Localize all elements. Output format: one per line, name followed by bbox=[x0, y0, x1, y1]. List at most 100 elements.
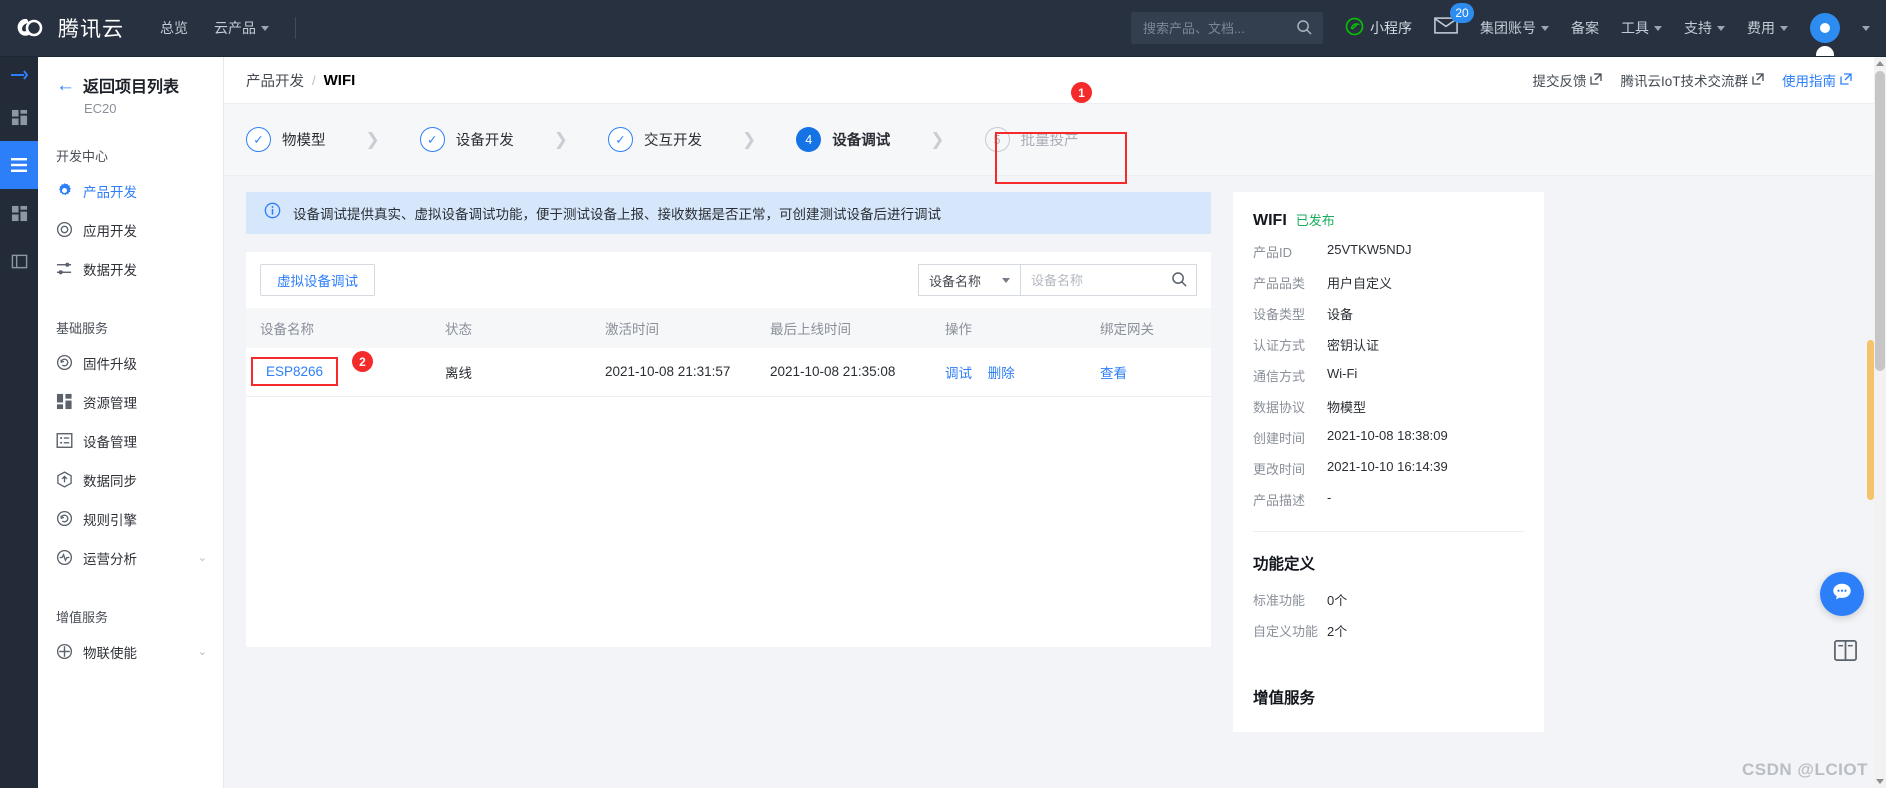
virtual-device-debug-button[interactable]: 虚拟设备调试 bbox=[260, 264, 375, 296]
field-auth-method-key: 认证方式 bbox=[1253, 338, 1306, 353]
sidebar-item-resource-management[interactable]: 资源管理 bbox=[38, 382, 223, 421]
documentation-button[interactable] bbox=[1833, 638, 1858, 668]
brand-logo-area[interactable]: 腾讯云 bbox=[0, 11, 124, 45]
view-gateway-link[interactable]: 查看 bbox=[1100, 366, 1127, 381]
table-row[interactable]: ESP8266 离线 2021-10-08 21:31:57 2021-10-0… bbox=[246, 348, 1211, 397]
breadcrumb-right-links: 提交反馈 腾讯云IoT技术交流群 使用指南 bbox=[1532, 70, 1852, 90]
col-actions: 操作 bbox=[931, 308, 1086, 348]
function-definition-title: 功能定义 bbox=[1253, 556, 1316, 573]
col-last-online-time: 最后上线时间 bbox=[756, 308, 931, 348]
step-arrow-icon: ❯ bbox=[930, 129, 945, 149]
scrollbar-thumb[interactable] bbox=[1875, 71, 1885, 371]
left-column: 设备调试提供真实、虚拟设备调试功能，便于测试设备上报、接收数据是否正常，可创建测… bbox=[246, 192, 1211, 732]
step-batch-production[interactable]: 5 批量投产 bbox=[984, 127, 1079, 152]
info-icon bbox=[264, 202, 281, 224]
nav-link-billing[interactable]: 费用 bbox=[1747, 18, 1788, 38]
nav-link-overview[interactable]: 总览 bbox=[160, 18, 188, 38]
nav-link-support-label: 支持 bbox=[1684, 20, 1712, 36]
list-box-icon bbox=[56, 432, 73, 449]
external-link-icon bbox=[1840, 72, 1852, 88]
target-icon bbox=[56, 221, 73, 238]
scroll-up-arrow-icon[interactable] bbox=[1876, 61, 1884, 66]
sidebar-item-rule-engine[interactable]: 规则引擎 bbox=[38, 499, 223, 538]
delete-action-link[interactable]: 删除 bbox=[988, 366, 1015, 381]
back-to-project-list[interactable]: ← 返回项目列表 bbox=[38, 73, 223, 97]
field-communication: 通信方式 Wi-Fi bbox=[1253, 366, 1524, 385]
search-icon[interactable] bbox=[1171, 271, 1188, 293]
field-standard-functions-key: 标准功能 bbox=[1253, 593, 1306, 608]
nav-link-tools[interactable]: 工具 bbox=[1621, 18, 1662, 38]
sidebar-item-application-development[interactable]: 应用开发 bbox=[38, 210, 223, 249]
nav-link-cloud-products[interactable]: 云产品 bbox=[214, 18, 269, 38]
arrow-left-icon: ← bbox=[56, 74, 75, 96]
submit-feedback-link[interactable]: 提交反馈 bbox=[1532, 70, 1603, 90]
sidebar-item-iot-enablement[interactable]: 物联使能 ⌄ bbox=[38, 632, 223, 671]
breadcrumb-current: WIFI bbox=[323, 71, 356, 89]
cell-bound-gateway: 查看 bbox=[1086, 348, 1211, 397]
field-custom-functions: 自定义功能 2个 bbox=[1253, 621, 1524, 640]
tencent-cloud-logo-icon bbox=[14, 11, 48, 45]
device-table-body: ESP8266 离线 2021-10-08 21:31:57 2021-10-0… bbox=[246, 348, 1211, 397]
sidebar-item-firmware-upgrade[interactable]: 固件升级 bbox=[38, 343, 223, 382]
value-added-services-title: 增值服务 bbox=[1253, 690, 1316, 707]
field-auth-method-value: 密钥认证 bbox=[1327, 338, 1380, 353]
cell-device-name: ESP8266 bbox=[246, 348, 431, 397]
brand-name: 腾讯云 bbox=[58, 18, 124, 41]
sidebar-item-product-development[interactable]: 产品开发 bbox=[38, 171, 223, 210]
field-data-protocol: 数据协议 物模型 bbox=[1253, 397, 1524, 416]
global-search[interactable] bbox=[1131, 12, 1323, 44]
inner-panel-scrollbar[interactable] bbox=[1867, 340, 1874, 500]
sidebar-item-data-sync-label: 数据同步 bbox=[83, 473, 137, 489]
device-table: 设备名称 状态 激活时间 最后上线时间 操作 绑定网关 ESP8266 离线 2… bbox=[246, 308, 1211, 397]
annotation-marker-1: 1 bbox=[1071, 82, 1092, 103]
sidebar-item-data-sync[interactable]: 数据同步 bbox=[38, 460, 223, 499]
search-icon[interactable] bbox=[1296, 19, 1313, 41]
sidebar-item-resource-management-label: 资源管理 bbox=[83, 395, 137, 411]
message-center-entry[interactable]: 20 bbox=[1434, 3, 1474, 40]
rail-item-menu[interactable] bbox=[0, 141, 38, 189]
sidebar-item-operation-analysis[interactable]: 运营分析 ⌄ bbox=[38, 538, 223, 577]
chevron-down-icon bbox=[1541, 25, 1549, 31]
debug-action-link[interactable]: 调试 bbox=[945, 366, 972, 381]
breadcrumb-parent[interactable]: 产品开发 bbox=[246, 70, 304, 91]
step-arrow-icon: ❯ bbox=[365, 129, 380, 149]
device-name-link[interactable]: ESP8266 bbox=[266, 364, 323, 379]
step-device-debug-label: 设备调试 bbox=[832, 133, 891, 149]
step-thing-model[interactable]: ✓ 物模型 bbox=[246, 127, 326, 152]
watermark: CSDN @LCIOT bbox=[1742, 760, 1868, 779]
sidebar-item-device-management[interactable]: 设备管理 bbox=[38, 421, 223, 460]
filter-input-wrapper bbox=[1021, 264, 1197, 296]
field-custom-functions-value: 2个 bbox=[1327, 624, 1348, 639]
page-scrollbar[interactable] bbox=[1874, 57, 1886, 788]
chat-support-button[interactable] bbox=[1820, 572, 1864, 616]
field-product-id: 产品ID 25VTKW5NDJ bbox=[1253, 242, 1524, 261]
step-thing-model-label: 物模型 bbox=[282, 133, 326, 149]
message-count-badge: 20 bbox=[1450, 3, 1474, 23]
rail-item-window[interactable] bbox=[0, 237, 38, 285]
nav-link-beian[interactable]: 备案 bbox=[1571, 18, 1599, 38]
gear-icon bbox=[56, 182, 73, 199]
rail-item-apps[interactable] bbox=[0, 93, 38, 141]
field-create-time-value: 2021-10-08 18:38:09 bbox=[1327, 428, 1448, 443]
step-device-development[interactable]: ✓ 设备开发 bbox=[419, 127, 514, 152]
step-check-icon: ✓ bbox=[246, 127, 271, 152]
avatar[interactable] bbox=[1810, 13, 1840, 56]
sidebar-item-data-development[interactable]: 数据开发 bbox=[38, 249, 223, 288]
field-update-time-value: 2021-10-10 16:14:39 bbox=[1327, 459, 1448, 474]
card-divider bbox=[1253, 531, 1524, 532]
avatar-chevron-down-icon[interactable] bbox=[1862, 25, 1870, 31]
rail-collapse-toggle[interactable] bbox=[0, 57, 38, 93]
scroll-down-arrow-icon[interactable] bbox=[1876, 779, 1884, 784]
filter-field-select[interactable]: 设备名称 bbox=[918, 264, 1021, 296]
nav-link-support[interactable]: 支持 bbox=[1684, 18, 1725, 38]
usage-guide-link[interactable]: 使用指南 bbox=[1782, 70, 1852, 90]
mini-program-entry[interactable]: 小程序 bbox=[1345, 17, 1412, 39]
search-input[interactable] bbox=[1131, 12, 1323, 44]
step-interaction-development[interactable]: ✓ 交互开发 bbox=[608, 127, 702, 152]
rail-item-grid[interactable] bbox=[0, 189, 38, 237]
sidebar-group-title-dev-center: 开发中心 bbox=[56, 149, 109, 164]
iot-tech-group-link[interactable]: 腾讯云IoT技术交流群 bbox=[1620, 70, 1764, 90]
nav-link-group-account[interactable]: 集团账号 bbox=[1480, 18, 1549, 38]
mini-program-icon bbox=[1345, 17, 1364, 39]
step-device-debug[interactable]: 4 设备调试 bbox=[796, 127, 890, 152]
